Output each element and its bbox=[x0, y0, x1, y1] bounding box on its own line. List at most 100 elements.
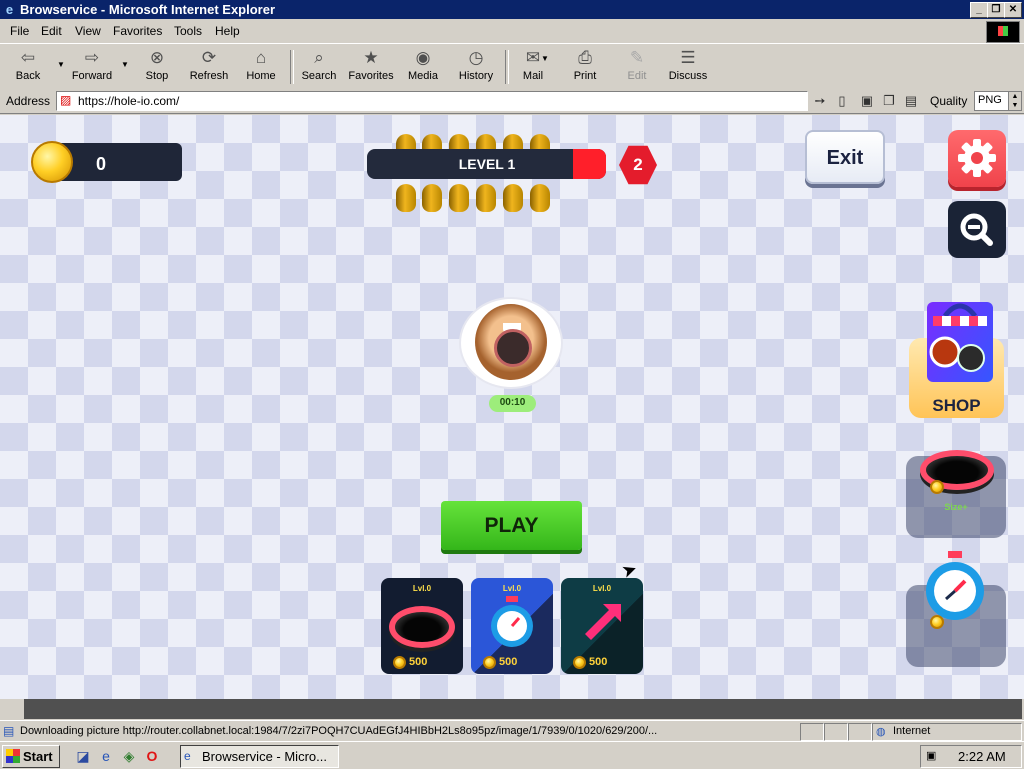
back-dropdown-icon[interactable]: ▼ bbox=[57, 60, 65, 69]
back-button[interactable]: ⇦ Back bbox=[14, 48, 42, 82]
discuss-icon: ☰ bbox=[680, 48, 696, 67]
zoom-out-magnifier-icon bbox=[960, 213, 993, 246]
home-icon: ⌂ bbox=[255, 48, 267, 67]
address-input[interactable]: ▨ https://hole-io.com/ bbox=[56, 91, 808, 111]
settings-button[interactable] bbox=[948, 130, 1006, 187]
level-progress-fill bbox=[573, 149, 606, 179]
upgrade-size-card[interactable]: Lvl.0 500 bbox=[381, 578, 463, 674]
clipboard-icon[interactable]: ▤ bbox=[902, 92, 920, 110]
start-button[interactable]: Start bbox=[2, 745, 60, 768]
opera-icon[interactable]: O bbox=[143, 747, 161, 765]
go-arrow-icon[interactable]: ➙ bbox=[811, 92, 829, 110]
window-title-bar: e Browservice - Microsoft Internet Explo… bbox=[0, 0, 1024, 19]
tray-network-icon[interactable]: ▣ bbox=[926, 749, 942, 763]
toolbar-separator bbox=[290, 50, 294, 84]
history-button[interactable]: ◷ History bbox=[456, 48, 496, 82]
time-bonus-card[interactable] bbox=[906, 551, 1006, 667]
search-icon: ⌕ bbox=[314, 48, 324, 67]
zoom-out-button[interactable] bbox=[948, 201, 1006, 258]
security-zone: Internet bbox=[893, 725, 931, 737]
coin-count: 0 bbox=[96, 154, 107, 174]
upgrade-time-card[interactable]: Lvl.0 500 bbox=[471, 578, 553, 674]
viewport-scroll-strip bbox=[24, 699, 1022, 719]
upgrade-price: 500 bbox=[409, 656, 428, 668]
bookmark-icon[interactable]: ▯ bbox=[833, 92, 851, 110]
media-button[interactable]: ◉ Media bbox=[406, 48, 440, 82]
upgrade-price: 500 bbox=[499, 656, 518, 668]
upgrade-price: 500 bbox=[589, 656, 608, 668]
forward-button[interactable]: ⇨ Forward bbox=[70, 48, 114, 82]
stop-icon: ⊗ bbox=[149, 48, 165, 67]
zoom-fit-icon[interactable]: ▣ bbox=[858, 92, 876, 110]
window-title: Browservice - Microsoft Internet Explore… bbox=[20, 2, 276, 17]
ie-icon: e bbox=[184, 749, 191, 763]
discuss-button[interactable]: ☰ Discuss bbox=[668, 48, 708, 82]
windows-logo-icon bbox=[986, 21, 1020, 43]
toolbar-separator bbox=[505, 50, 509, 84]
status-bar: ▤ Downloading picture http://router.coll… bbox=[0, 720, 1024, 742]
print-button[interactable]: ⎙ Print bbox=[570, 48, 600, 82]
menu-file[interactable]: File bbox=[10, 24, 29, 38]
network-icon[interactable]: ◈ bbox=[120, 747, 138, 765]
favorites-button[interactable]: ★ Favorites bbox=[346, 48, 396, 82]
coin-icon bbox=[31, 141, 73, 183]
copy-icon[interactable]: ❐ bbox=[880, 92, 898, 110]
shop-button[interactable]: SHOP bbox=[909, 296, 1004, 420]
system-tray: ▣ 2:22 AM bbox=[920, 745, 1022, 768]
status-text: Downloading picture http://router.collab… bbox=[20, 725, 658, 737]
menu-tools[interactable]: Tools bbox=[174, 24, 202, 38]
stopwatch-icon bbox=[491, 596, 533, 647]
toolbar: ⇦ Back ▼ ⇨ Forward ▼ ⊗ Stop ⟳ Refresh ⌂ Home … bbox=[0, 43, 1024, 91]
forward-dropdown-icon[interactable]: ▼ bbox=[121, 60, 129, 69]
shopping-bag-icon bbox=[927, 302, 993, 382]
mail-icon: ✉ bbox=[525, 48, 541, 67]
play-label: PLAY bbox=[484, 514, 539, 537]
size-plus-label: Size+ bbox=[944, 502, 968, 512]
ie-quicklaunch-icon[interactable]: e bbox=[97, 747, 115, 765]
upgrade-level: Lvl.0 bbox=[592, 584, 612, 593]
menu-view[interactable]: View bbox=[75, 24, 101, 38]
taskbar-browservice-window[interactable]: e Browservice - Micro... bbox=[180, 745, 339, 768]
minimize-button[interactable]: _ bbox=[970, 2, 988, 18]
menu-help[interactable]: Help bbox=[215, 24, 240, 38]
download-page-icon: ▤ bbox=[3, 724, 15, 738]
page-icon: ▨ bbox=[60, 93, 72, 107]
search-button[interactable]: ⌕ Search bbox=[300, 48, 338, 82]
show-desktop-icon[interactable]: ◪ bbox=[74, 747, 92, 765]
forward-arrow-icon: ⇨ bbox=[84, 48, 100, 67]
exit-button[interactable]: Exit bbox=[805, 130, 885, 184]
address-label: Address bbox=[6, 94, 51, 108]
hole-ring-icon bbox=[389, 606, 455, 648]
upgrade-level: Lvl.0 bbox=[502, 584, 522, 593]
internet-globe-icon: ◍ bbox=[876, 726, 886, 738]
size-plus-card[interactable]: Size+ bbox=[906, 450, 1006, 538]
menu-edit[interactable]: Edit bbox=[41, 24, 62, 38]
shop-label: SHOP bbox=[932, 396, 981, 415]
maximize-button[interactable]: ❐ bbox=[987, 2, 1005, 18]
player-hole-avatar bbox=[461, 299, 561, 387]
history-icon: ◷ bbox=[468, 48, 484, 67]
upgrade-speed-card[interactable]: Lvl.0 500 bbox=[561, 578, 643, 674]
menu-favorites[interactable]: Favorites bbox=[113, 24, 162, 38]
timer-text: 00:10 bbox=[499, 397, 526, 408]
windows-flag-icon bbox=[6, 749, 20, 763]
stop-button[interactable]: ⊗ Stop bbox=[142, 48, 172, 82]
quality-select[interactable]: PNG ▲ ▼ bbox=[974, 91, 1022, 111]
favorites-folder-icon: ★ bbox=[363, 48, 379, 67]
address-url: https://hole-io.com/ bbox=[78, 94, 180, 108]
coin-counter bbox=[56, 143, 182, 181]
edit-button[interactable]: ✎ Edit bbox=[623, 48, 651, 82]
home-button[interactable]: ⌂ Home bbox=[244, 48, 278, 82]
ie-logo-icon: e bbox=[5, 2, 14, 17]
next-level-number: 2 bbox=[633, 155, 643, 174]
address-bar: Address ▨ https://hole-io.com/ ➙ ▯ ▣ ❐ ▤… bbox=[0, 89, 1024, 114]
spinner-arrows-icon[interactable]: ▲ ▼ bbox=[1008, 92, 1021, 110]
media-icon: ◉ bbox=[415, 48, 431, 67]
mail-dropdown-icon[interactable]: ▼ bbox=[541, 54, 549, 63]
coin-icon bbox=[573, 656, 586, 669]
menu-bar: File Edit View Favorites Tools Help bbox=[0, 19, 1024, 43]
close-button[interactable]: ✕ bbox=[1004, 2, 1022, 18]
refresh-button[interactable]: ⟳ Refresh bbox=[188, 48, 230, 82]
coin-icon bbox=[483, 656, 496, 669]
play-button[interactable]: PLAY bbox=[441, 501, 582, 550]
